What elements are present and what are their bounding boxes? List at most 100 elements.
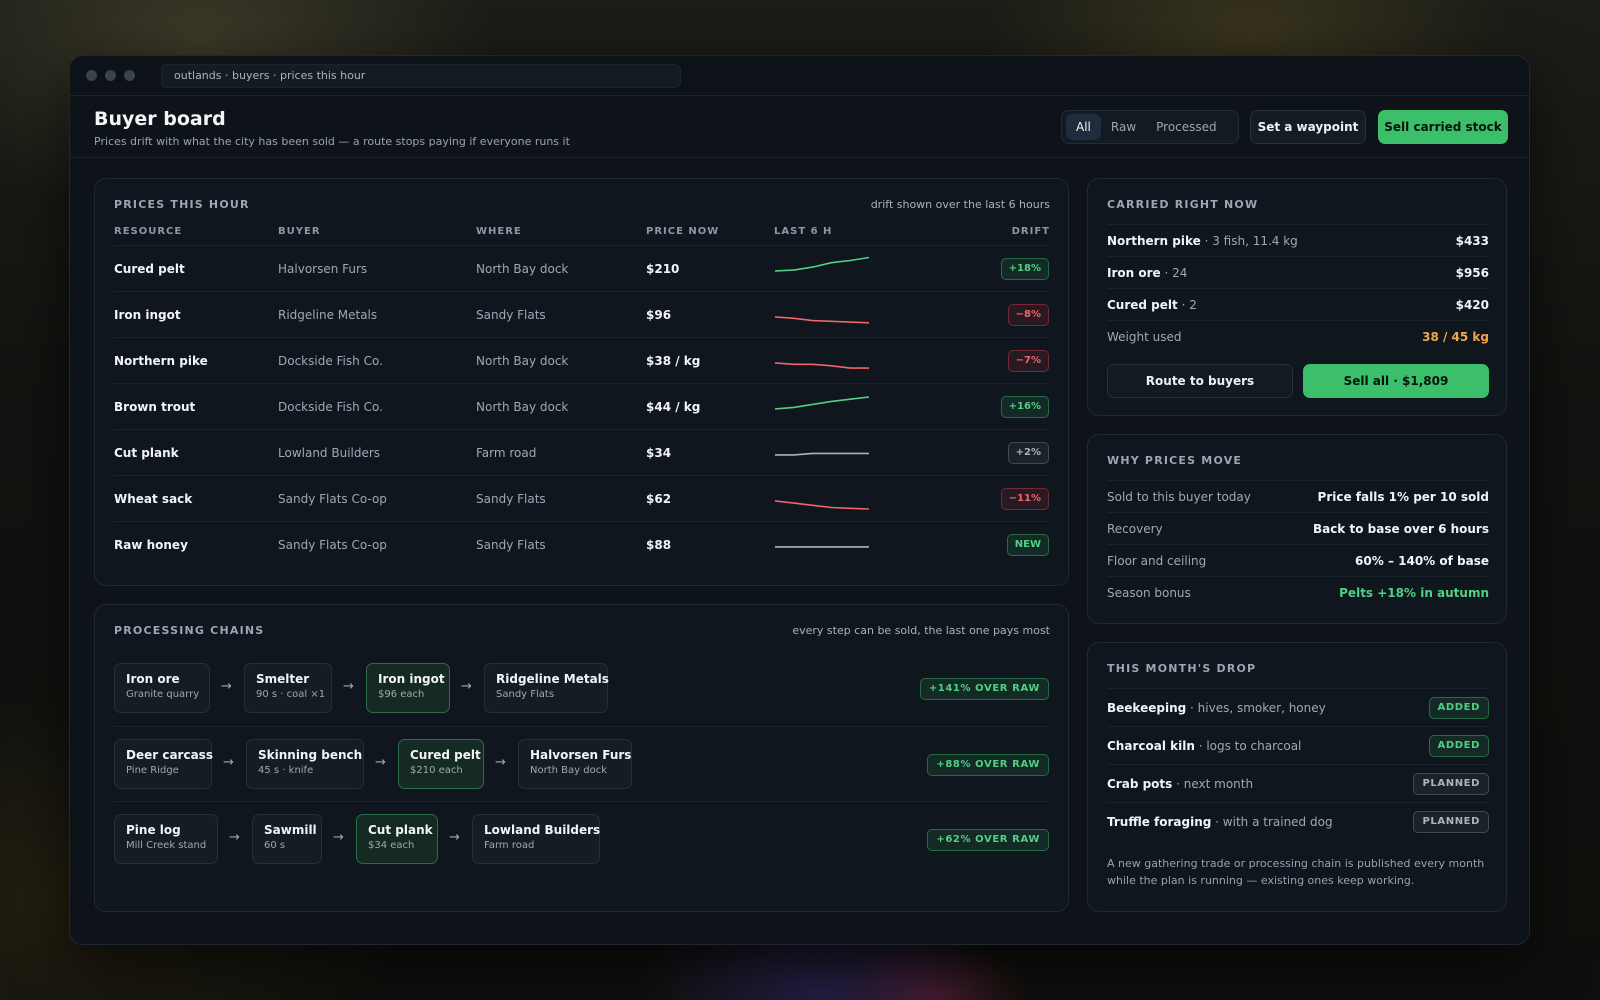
filter-segmented-control: All Raw Processed	[1061, 110, 1239, 144]
resource-name: Wheat sack	[114, 492, 193, 506]
sparkline	[774, 346, 870, 376]
carried-item: Cured pelt · 2 $420	[1107, 288, 1489, 320]
sell-all-button[interactable]: Sell all · $1,809	[1303, 364, 1489, 398]
arrow-right-icon: →	[221, 679, 232, 694]
weight-row: Weight used 38 / 45 kg	[1107, 320, 1489, 352]
table-row[interactable]: Wheat sack Sandy Flats Co-op Sandy Flats $6…	[114, 475, 1049, 521]
drop-title: THIS MONTH'S DROP	[1107, 662, 1257, 675]
window-maximize-dot[interactable]	[124, 70, 135, 81]
table-row[interactable]: Northern pike Dockside Fish Co. North Bay …	[114, 337, 1049, 383]
price-now: $62	[646, 492, 672, 506]
drop-status-badge: ADDED	[1428, 735, 1489, 757]
buyer-location: North Bay dock	[476, 354, 569, 368]
address-bar[interactable]: outlands · buyers · prices this hour	[161, 63, 681, 88]
chain-node-detail: Mill Creek stand	[126, 840, 207, 851]
price-now: $210	[646, 262, 680, 276]
chain-node-detail: 90 s · coal ×1	[256, 689, 326, 700]
chain-node[interactable]: Lowland Builders Farm road	[472, 814, 600, 864]
carried-item-name: Cured pelt	[1107, 298, 1178, 312]
rule-label: Season bonus	[1107, 586, 1191, 600]
filter-processed[interactable]: Processed	[1146, 114, 1227, 140]
rule-value: Price falls 1% per 10 sold	[1317, 490, 1489, 504]
arrow-right-icon: →	[223, 755, 234, 770]
why-prices-card: WHY PRICES MOVE Sold to this buyer today…	[1087, 434, 1507, 624]
carried-item: Northern pike · 3 fish, 11.4 kg $433	[1107, 224, 1489, 256]
chain-node-detail: Farm road	[484, 840, 535, 851]
chain-node[interactable]: Cut plank $34 each	[356, 814, 438, 864]
chain-node-detail: Pine Ridge	[126, 765, 179, 776]
drop-item-name: Charcoal kiln	[1107, 739, 1195, 753]
drop-item-text: Charcoal kiln · logs to charcoal	[1107, 727, 1301, 765]
window-close-dot[interactable]	[86, 70, 97, 81]
drift-badge: −11%	[1000, 488, 1049, 510]
page-header: Buyer board Prices drift with what the c…	[70, 96, 1529, 158]
sell-carried-stock-button[interactable]: Sell carried stock	[1378, 110, 1508, 144]
chain-node[interactable]: Halvorsen Furs North Bay dock	[518, 739, 632, 789]
chain-node-name: Deer carcass	[126, 748, 213, 762]
set-waypoint-button[interactable]: Set a waypoint	[1250, 110, 1366, 144]
arrow-right-icon: →	[333, 830, 344, 845]
chain-node[interactable]: Smelter 90 s · coal ×1	[244, 663, 332, 713]
chain-node[interactable]: Cured pelt $210 each	[398, 739, 484, 789]
chain-node[interactable]: Ridgeline Metals Sandy Flats	[484, 663, 609, 713]
chains-title: PROCESSING CHAINS	[114, 624, 265, 637]
table-row[interactable]: Raw honey Sandy Flats Co-op Sandy Flats $88…	[114, 521, 1049, 567]
buyer-name: Sandy Flats Co-op	[278, 538, 387, 552]
route-to-buyers-button[interactable]: Route to buyers	[1107, 364, 1293, 398]
col-last-6h: LAST 6 H	[774, 226, 833, 237]
chain-node[interactable]: Sawmill 60 s	[252, 814, 322, 864]
buyer-location: North Bay dock	[476, 262, 569, 276]
resource-name: Cured pelt	[114, 262, 185, 276]
chain-node[interactable]: Iron ore Granite quarry	[114, 663, 210, 713]
window-minimize-dot[interactable]	[105, 70, 116, 81]
rule-value: Pelts +18% in autumn	[1339, 586, 1489, 600]
carried-item: Iron ore · 24 $956	[1107, 256, 1489, 288]
carried-item-name: Iron ore	[1107, 266, 1161, 280]
drop-item-detail: · with a trained dog	[1211, 815, 1333, 829]
buyer-location: North Bay dock	[476, 400, 569, 414]
price-now: $44 / kg	[646, 400, 701, 414]
sparkline	[774, 392, 870, 422]
drop-item-text: Crab pots · next month	[1107, 765, 1253, 803]
table-row[interactable]: Brown trout Dockside Fish Co. North Bay do…	[114, 383, 1049, 429]
buyer-name: Dockside Fish Co.	[278, 400, 383, 414]
chain-node-name: Smelter	[256, 672, 310, 686]
table-row[interactable]: Cut plank Lowland Builders Farm road $34 +2%	[114, 429, 1049, 475]
col-buyer: BUYER	[278, 226, 321, 237]
drop-item-text: Truffle foraging · with a trained dog	[1107, 803, 1333, 841]
rule-row: Sold to this buyer today Price falls 1% p…	[1107, 480, 1489, 512]
chain-node-name: Skinning bench	[258, 748, 363, 762]
arrow-right-icon: →	[343, 679, 354, 694]
drop-item-name: Crab pots	[1107, 777, 1173, 791]
drop-item: Truffle foraging · with a trained dog PLA…	[1107, 802, 1489, 840]
table-row[interactable]: Iron ingot Ridgeline Metals Sandy Flats $96…	[114, 291, 1049, 337]
drift-badge: −7%	[1007, 350, 1049, 372]
chain-node[interactable]: Skinning bench 45 s · knife	[246, 739, 364, 789]
monthly-drop-card: THIS MONTH'S DROP Beekeeping · hives, sm…	[1087, 642, 1507, 912]
col-drift: DRIFT	[1011, 226, 1050, 237]
chain-node[interactable]: Deer carcass Pine Ridge	[114, 739, 213, 789]
gain-badge: +141% OVER RAW	[919, 678, 1049, 700]
title-bar: outlands · buyers · prices this hour	[70, 56, 1529, 96]
weight-label: Weight used	[1107, 330, 1182, 344]
resource-name: Northern pike	[114, 354, 208, 368]
filter-raw[interactable]: Raw	[1101, 114, 1146, 140]
chains-note: every step can be sold, the last one pay…	[792, 624, 1050, 637]
resource-name: Raw honey	[114, 538, 188, 552]
gain-badge: +88% OVER RAW	[927, 754, 1049, 776]
chain-node-detail: 60 s	[264, 840, 286, 851]
drift-badge: +2%	[1007, 442, 1049, 464]
chain-node[interactable]: Pine log Mill Creek stand	[114, 814, 218, 864]
chain-node-detail: Granite quarry	[126, 689, 200, 700]
drop-item: Crab pots · next month PLANNED	[1107, 764, 1489, 802]
resource-name: Cut plank	[114, 446, 179, 460]
chain-node[interactable]: Iron ingot $96 each	[366, 663, 450, 713]
chain-node-detail: 45 s · knife	[258, 765, 314, 776]
drop-note: A new gathering trade or processing chai…	[1107, 857, 1485, 887]
drift-badge: +18%	[1000, 258, 1049, 280]
drop-status-badge: ADDED	[1428, 697, 1489, 719]
carried-title: CARRIED RIGHT NOW	[1107, 198, 1259, 211]
filter-all[interactable]: All	[1066, 114, 1101, 140]
table-row[interactable]: Cured pelt Halvorsen Furs North Bay dock $2…	[114, 245, 1049, 291]
buyer-name: Sandy Flats Co-op	[278, 492, 387, 506]
